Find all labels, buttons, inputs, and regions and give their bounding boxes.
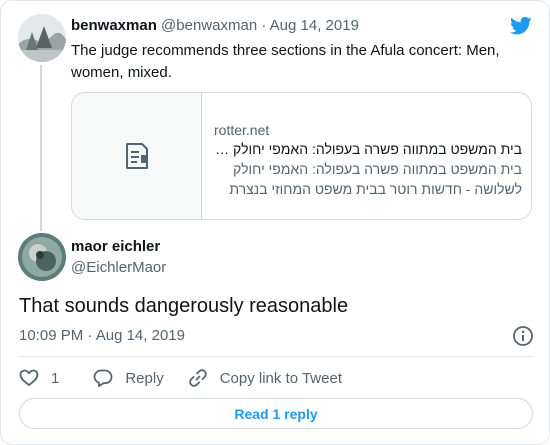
copy-link-label: Copy link to Tweet xyxy=(219,369,342,387)
tweet2-separator: · xyxy=(87,327,93,344)
like-button[interactable]: 1 xyxy=(19,368,59,388)
tweet2-time[interactable]: 10:09 PM xyxy=(19,327,83,344)
document-icon xyxy=(125,143,148,169)
tweet1-text: The judge recommends three sections in t… xyxy=(71,42,500,81)
tweet2-handle[interactable]: @EichlerMaor xyxy=(71,259,166,276)
link-chain-icon xyxy=(188,369,207,387)
embedded-tweet-card: benwaxman @benwaxman · Aug 14, 2019 The … xyxy=(0,0,550,445)
tweet1-separator: · xyxy=(261,17,267,34)
maor-eichler-avatar[interactable] xyxy=(18,233,66,281)
twitter-bird-icon[interactable] xyxy=(510,16,532,36)
link-preview-thumbnail xyxy=(72,93,202,219)
reply-bubble-icon xyxy=(93,369,113,387)
reply-button[interactable]: Reply xyxy=(93,368,164,388)
tweet1-header: benwaxman @benwaxman · Aug 14, 2019 xyxy=(71,17,359,34)
link-title: בית המשפט במתווה פשרה בעפולה: האמפי יחול… xyxy=(215,141,522,157)
read-replies-button[interactable]: Read 1 reply xyxy=(19,398,533,429)
like-count: 1 xyxy=(51,369,60,387)
link-domain: rotter.net xyxy=(214,122,270,138)
tweet2-display-name[interactable]: maor eichler xyxy=(71,238,160,255)
info-icon[interactable] xyxy=(512,325,534,347)
copy-link-button[interactable]: Copy link to Tweet xyxy=(188,368,342,388)
link-preview-body: rotter.net בית המשפט במתווה פשרה בעפולה:… xyxy=(202,93,531,219)
tweet-actions-bar: 1 Reply Copy link to Tweet xyxy=(19,367,342,389)
tweet1-date[interactable]: Aug 14, 2019 xyxy=(270,17,359,34)
link-description: בית המשפט במתווה פשרה בעפולה: האמפי יחול… xyxy=(229,161,522,197)
tweet2-date[interactable]: Aug 14, 2019 xyxy=(96,327,185,344)
link-preview-card[interactable]: rotter.net בית המשפט במתווה פשרה בעפולה:… xyxy=(71,92,532,220)
tweet1-display-name[interactable]: benwaxman xyxy=(71,17,157,34)
reply-label: Reply xyxy=(125,369,164,387)
benwaxman-avatar[interactable] xyxy=(18,14,66,62)
tweet2-text: That sounds dangerously reasonable xyxy=(19,295,349,317)
actions-divider xyxy=(19,356,533,357)
tweet2-timestamp[interactable]: 10:09 PM · Aug 14, 2019 xyxy=(19,327,185,344)
heart-icon xyxy=(19,369,39,386)
tweet1-handle[interactable]: @benwaxman xyxy=(161,17,257,34)
thread-connector-line xyxy=(40,65,42,231)
